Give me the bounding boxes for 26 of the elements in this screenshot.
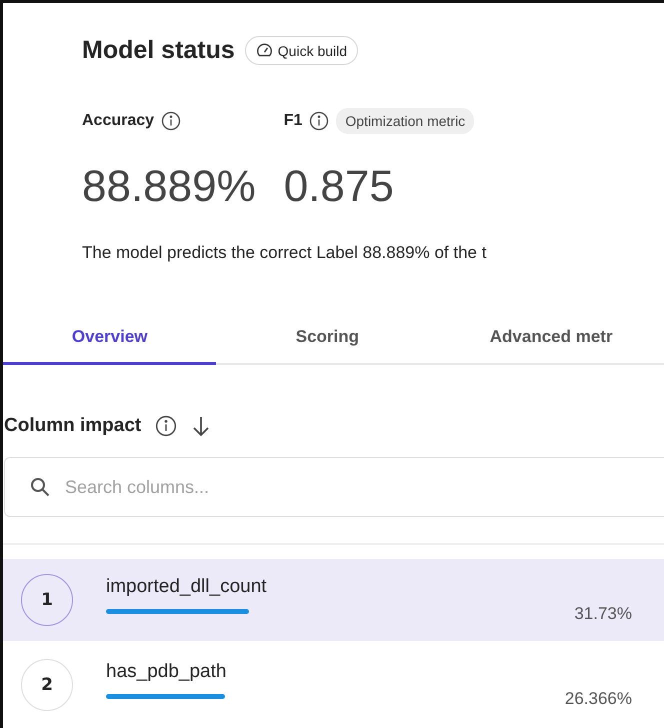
metric-value: 0.875 (284, 162, 395, 212)
column-name: has_pdb_path (106, 661, 226, 683)
arrow-down-icon[interactable] (191, 415, 212, 437)
info-icon[interactable] (161, 111, 182, 131)
metric-label: F1 (284, 112, 302, 130)
gauge-icon (256, 42, 273, 59)
info-icon[interactable] (155, 415, 178, 437)
description-text: The model predicts the correct Label 88.889% of the t (82, 243, 488, 263)
column-row[interactable]: 1 imported_dll_count 31.73% (3, 559, 664, 641)
page-title: Model status (82, 36, 235, 65)
search-icon (30, 477, 50, 497)
tab[interactable]: Advanced metr (438, 319, 664, 365)
search-field[interactable]: Search columns... (4, 457, 664, 517)
section-title: Column impact (4, 415, 142, 437)
quick-build-badge: Quick build (244, 36, 358, 65)
info-icon[interactable] (309, 111, 330, 131)
tab[interactable]: Scoring (216, 319, 438, 365)
impact-percent: 31.73% (574, 604, 632, 624)
metric-label: Accuracy (82, 112, 154, 130)
metric-value: 88.889% (82, 162, 256, 212)
tab[interactable]: Overview (3, 319, 216, 365)
column-name: imported_dll_count (106, 576, 267, 598)
impact-percent: 26.366% (564, 689, 632, 709)
rank-badge: 1 (21, 574, 73, 626)
rank-badge: 2 (21, 659, 73, 711)
metric-tag: Optimization metric (336, 108, 474, 134)
